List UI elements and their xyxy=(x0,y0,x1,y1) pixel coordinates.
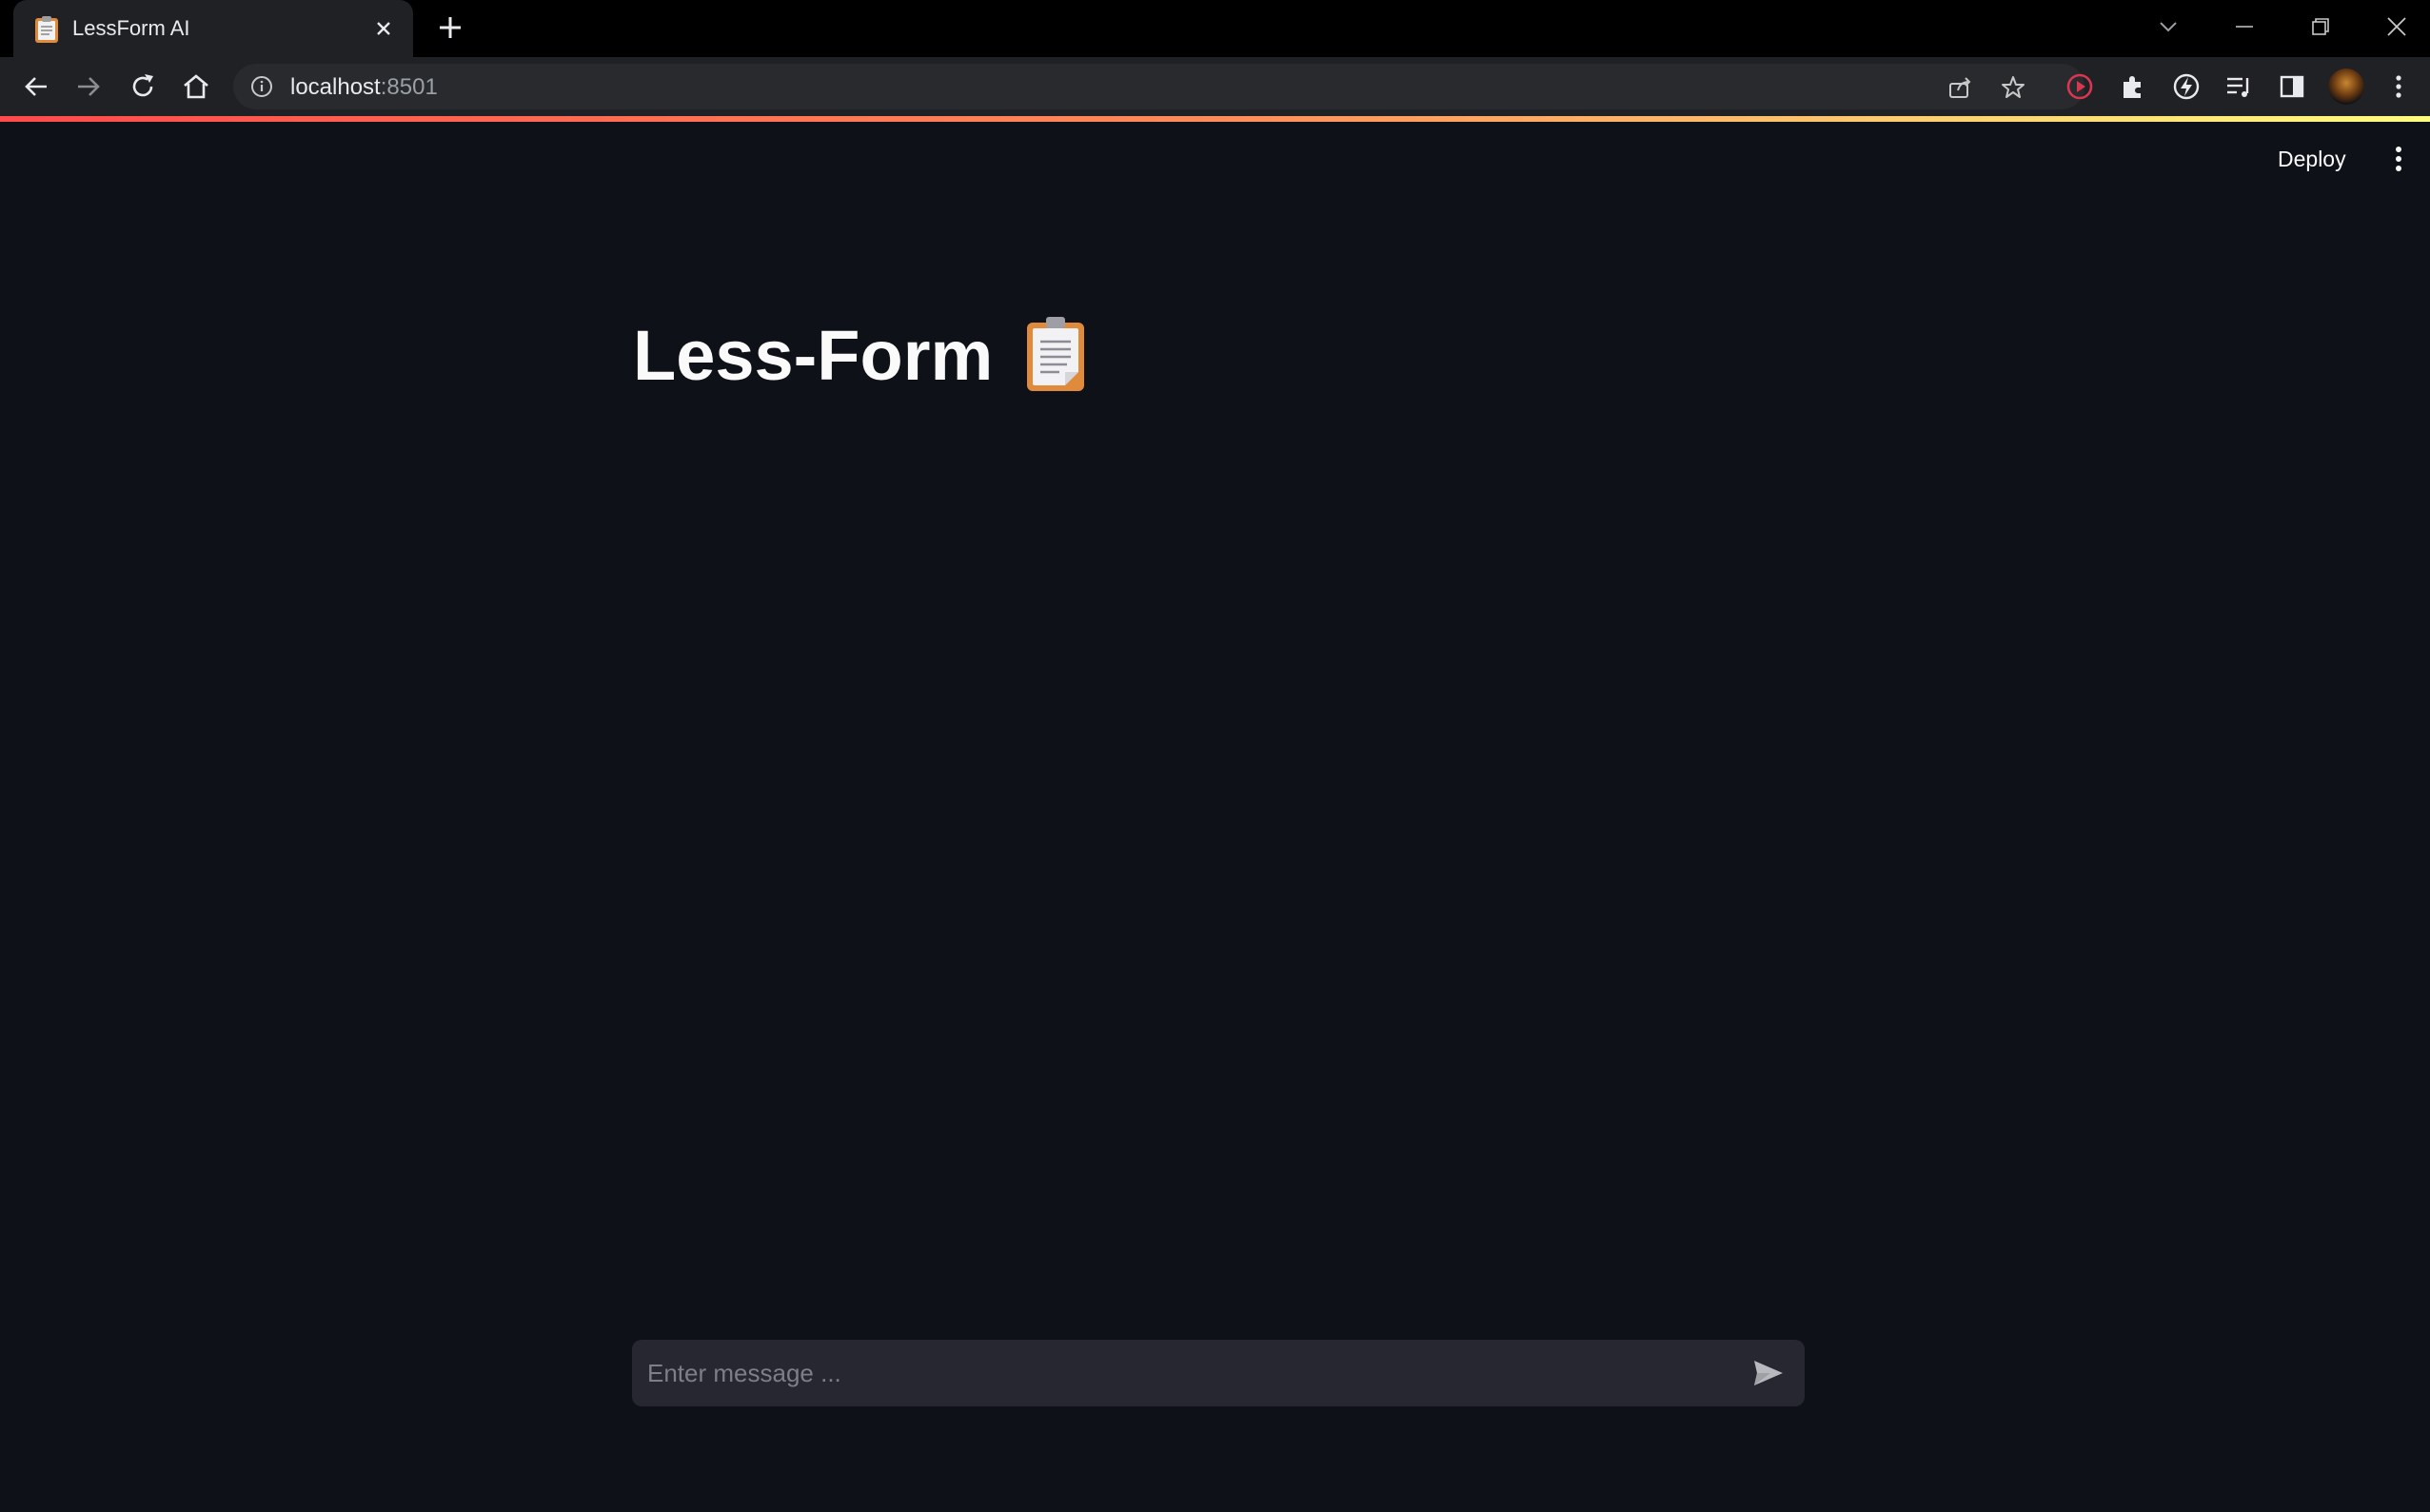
tab-search-icon[interactable] xyxy=(2151,10,2185,44)
chat-input-container xyxy=(632,1340,1805,1406)
close-tab-icon[interactable] xyxy=(371,16,396,41)
url-host: localhost xyxy=(290,74,381,100)
minimize-icon[interactable] xyxy=(2227,10,2262,44)
performance-extension-icon[interactable] xyxy=(2170,70,2203,103)
home-icon[interactable] xyxy=(180,70,212,103)
forward-icon[interactable] xyxy=(72,70,105,103)
bookmark-star-icon[interactable] xyxy=(2000,74,2026,101)
browser-tab-strip: LessForm AI xyxy=(0,0,2430,57)
restore-icon[interactable] xyxy=(2303,10,2338,44)
app-menu-icon[interactable] xyxy=(2385,143,2412,175)
site-info-icon[interactable] xyxy=(250,75,273,98)
browser-tab[interactable]: LessForm AI xyxy=(13,0,413,57)
chat-message-input[interactable] xyxy=(645,1340,1730,1406)
browser-toolbar: localhost:8501 xyxy=(0,57,2430,116)
url-text: localhost:8501 xyxy=(290,74,438,101)
back-icon[interactable] xyxy=(20,70,52,103)
chrome-menu-icon[interactable] xyxy=(2382,70,2415,103)
deploy-button[interactable]: Deploy xyxy=(2270,141,2354,178)
new-tab-icon[interactable] xyxy=(436,13,464,42)
url-port: :8501 xyxy=(380,74,438,100)
record-extension-icon[interactable] xyxy=(2064,70,2096,103)
send-icon[interactable] xyxy=(1751,1357,1786,1389)
share-icon[interactable] xyxy=(1946,74,1973,101)
tab-title: LessForm AI xyxy=(72,16,190,40)
clipboard-icon xyxy=(35,16,58,43)
reload-icon[interactable] xyxy=(127,70,159,103)
side-panel-icon[interactable] xyxy=(2276,70,2308,103)
close-window-icon[interactable] xyxy=(2380,10,2414,44)
extensions-puzzle-icon[interactable] xyxy=(2117,70,2149,103)
media-queue-icon[interactable] xyxy=(2223,70,2255,103)
clipboard-icon xyxy=(1027,317,1085,391)
profile-avatar[interactable] xyxy=(2328,69,2364,105)
app-main: Deploy Less-Form xyxy=(0,122,2430,1512)
address-bar[interactable]: localhost:8501 xyxy=(233,64,2084,109)
page-title-text: Less-Form xyxy=(633,315,994,395)
page-title: Less-Form xyxy=(633,303,1086,407)
